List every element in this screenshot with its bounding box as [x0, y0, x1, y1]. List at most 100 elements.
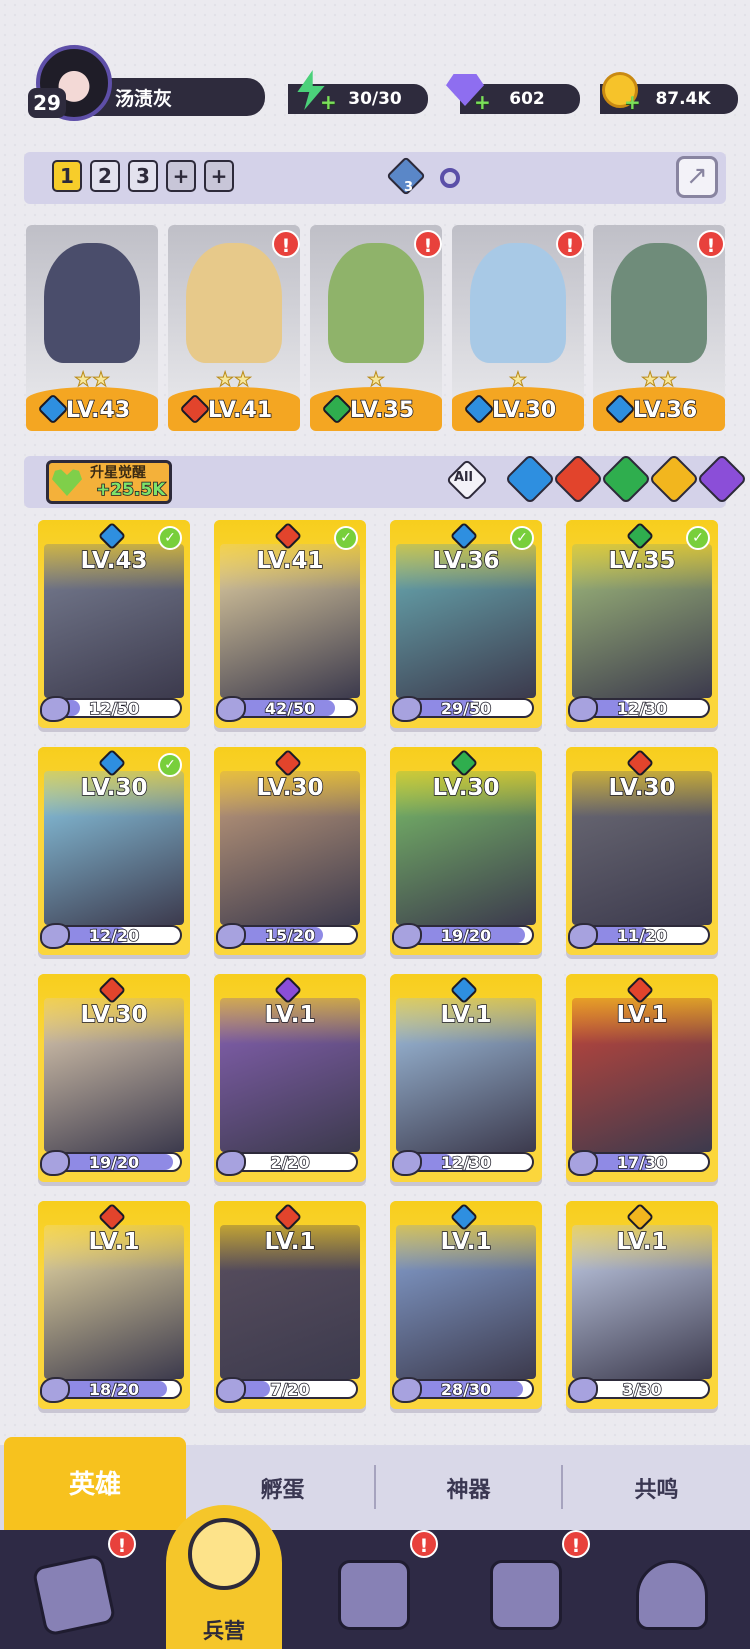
energy-plus-icon[interactable]: + — [320, 90, 337, 114]
hero-level: LV.35 — [608, 547, 677, 575]
hero-card[interactable]: LV.1 17/30 — [566, 974, 718, 1182]
hero-level: LV.1 — [440, 1228, 493, 1256]
hero-card[interactable]: ✓ LV.30 12/20 — [38, 747, 190, 955]
hero-portrait — [186, 243, 282, 363]
shard-icon — [392, 923, 422, 949]
hero-card[interactable]: LV.30 11/20 — [566, 747, 718, 955]
hero-card[interactable]: LV.1 7/20 — [214, 1201, 366, 1409]
nav-barracks-label: 兵营 — [203, 1619, 245, 1643]
player-name: 汤渍灰 — [115, 88, 173, 110]
hero-card[interactable]: ✓ LV.36 29/50 — [390, 520, 542, 728]
hero-level: LV.1 — [616, 1228, 669, 1256]
awaken-value: +25.5K — [95, 479, 166, 501]
shard-icon — [40, 1377, 70, 1403]
hero-portrait — [44, 243, 140, 363]
shard-icon — [568, 1377, 598, 1403]
hero-card[interactable]: LV.1 2/20 — [214, 974, 366, 1182]
hero-level: LV.36 — [632, 397, 698, 424]
player-level-badge: 29 — [28, 88, 66, 118]
hero-level: LV.1 — [440, 1001, 493, 1029]
check-icon: ✓ — [334, 526, 358, 550]
hero-level: LV.30 — [491, 397, 557, 424]
hero-level: LV.30 — [80, 774, 149, 802]
hero-portrait — [328, 243, 424, 363]
hero-level: LV.1 — [616, 1001, 669, 1029]
shard-icon — [216, 696, 246, 722]
hero-card[interactable]: LV.30 19/20 — [38, 974, 190, 1182]
team-tab-1[interactable]: 1 — [52, 160, 82, 192]
search-icon[interactable] — [440, 168, 460, 188]
hero-level: LV.43 — [80, 547, 149, 575]
hero-level: LV.30 — [432, 774, 501, 802]
shard-icon — [568, 696, 598, 722]
shard-icon — [40, 1150, 70, 1176]
hero-card[interactable]: LV.30 15/20 — [214, 747, 366, 955]
alert-badge: ! — [414, 230, 442, 258]
gold-value: 87.4K — [655, 89, 711, 109]
team-tab-2[interactable]: 2 — [90, 160, 120, 192]
alert-badge: ! — [556, 230, 584, 258]
hero-card[interactable]: ✓ LV.41 42/50 — [214, 520, 366, 728]
gem-plus-icon[interactable]: + — [474, 90, 491, 114]
team-tab-add-2[interactable]: + — [204, 160, 234, 192]
check-icon: ✓ — [158, 526, 182, 550]
team-hero-slot[interactable]: ★★ LV.43 — [26, 225, 158, 431]
hero-level: LV.30 — [256, 774, 325, 802]
hero-level: LV.30 — [608, 774, 677, 802]
hero-card[interactable]: LV.30 19/20 — [390, 747, 542, 955]
gem-value: 602 — [509, 89, 545, 109]
hero-level: LV.41 — [207, 397, 273, 424]
tab-artifact[interactable]: 神器 — [376, 1445, 561, 1530]
nav-mushroom-icon[interactable] — [636, 1560, 708, 1630]
hero-card[interactable]: LV.1 28/30 — [390, 1201, 542, 1409]
team-tab-3[interactable]: 3 — [128, 160, 158, 192]
team-power-badge: 3 — [404, 180, 414, 195]
shard-icon — [568, 923, 598, 949]
filter-all-label: All — [454, 470, 473, 485]
shard-icon — [392, 1377, 422, 1403]
energy-value: 30/30 — [348, 89, 402, 109]
nav-alert-badge: ! — [562, 1530, 590, 1558]
alert-badge: ! — [697, 230, 725, 258]
hero-portrait — [611, 243, 707, 363]
share-icon[interactable]: ↗ — [676, 156, 718, 198]
barracks-icon — [188, 1518, 260, 1590]
nav-cards-icon[interactable] — [31, 1553, 117, 1637]
shard-icon — [40, 696, 70, 722]
hero-level: LV.1 — [264, 1001, 317, 1029]
nav-alert-badge: ! — [108, 1530, 136, 1558]
hero-level: LV.30 — [80, 1001, 149, 1029]
hero-level: LV.41 — [256, 547, 325, 575]
hero-level: LV.1 — [264, 1228, 317, 1256]
nav-castle-icon[interactable] — [490, 1560, 562, 1630]
hero-card[interactable]: LV.1 12/30 — [390, 974, 542, 1182]
team-tabs: 1 2 3 + + — [52, 160, 234, 192]
shard-icon — [216, 1150, 246, 1176]
hero-level: LV.35 — [349, 397, 415, 424]
tab-heroes-label: 英雄 — [68, 1470, 121, 1500]
hero-level: LV.43 — [65, 397, 131, 424]
hero-portrait — [470, 243, 566, 363]
nav-map-icon[interactable] — [338, 1560, 410, 1630]
shard-icon — [568, 1150, 598, 1176]
shard-icon — [40, 923, 70, 949]
hero-card[interactable]: LV.1 18/20 — [38, 1201, 190, 1409]
hero-level: LV.36 — [432, 547, 501, 575]
hero-level: LV.1 — [88, 1228, 141, 1256]
shard-icon — [392, 1150, 422, 1176]
hero-card[interactable]: ✓ LV.35 12/30 — [566, 520, 718, 728]
gold-plus-icon[interactable]: + — [624, 90, 641, 114]
check-icon: ✓ — [686, 526, 710, 550]
shard-icon — [216, 1377, 246, 1403]
check-icon: ✓ — [158, 753, 182, 777]
shard-icon — [216, 923, 246, 949]
check-icon: ✓ — [510, 526, 534, 550]
hero-card[interactable]: ✓ LV.43 12/50 — [38, 520, 190, 728]
team-tab-add-1[interactable]: + — [166, 160, 196, 192]
hero-card[interactable]: LV.1 3/30 — [566, 1201, 718, 1409]
alert-badge: ! — [272, 230, 300, 258]
awaken-label: 升星觉醒 — [90, 465, 146, 481]
tab-resonance[interactable]: 共鸣 — [563, 1445, 750, 1530]
shard-icon — [392, 696, 422, 722]
nav-alert-badge: ! — [410, 1530, 438, 1558]
